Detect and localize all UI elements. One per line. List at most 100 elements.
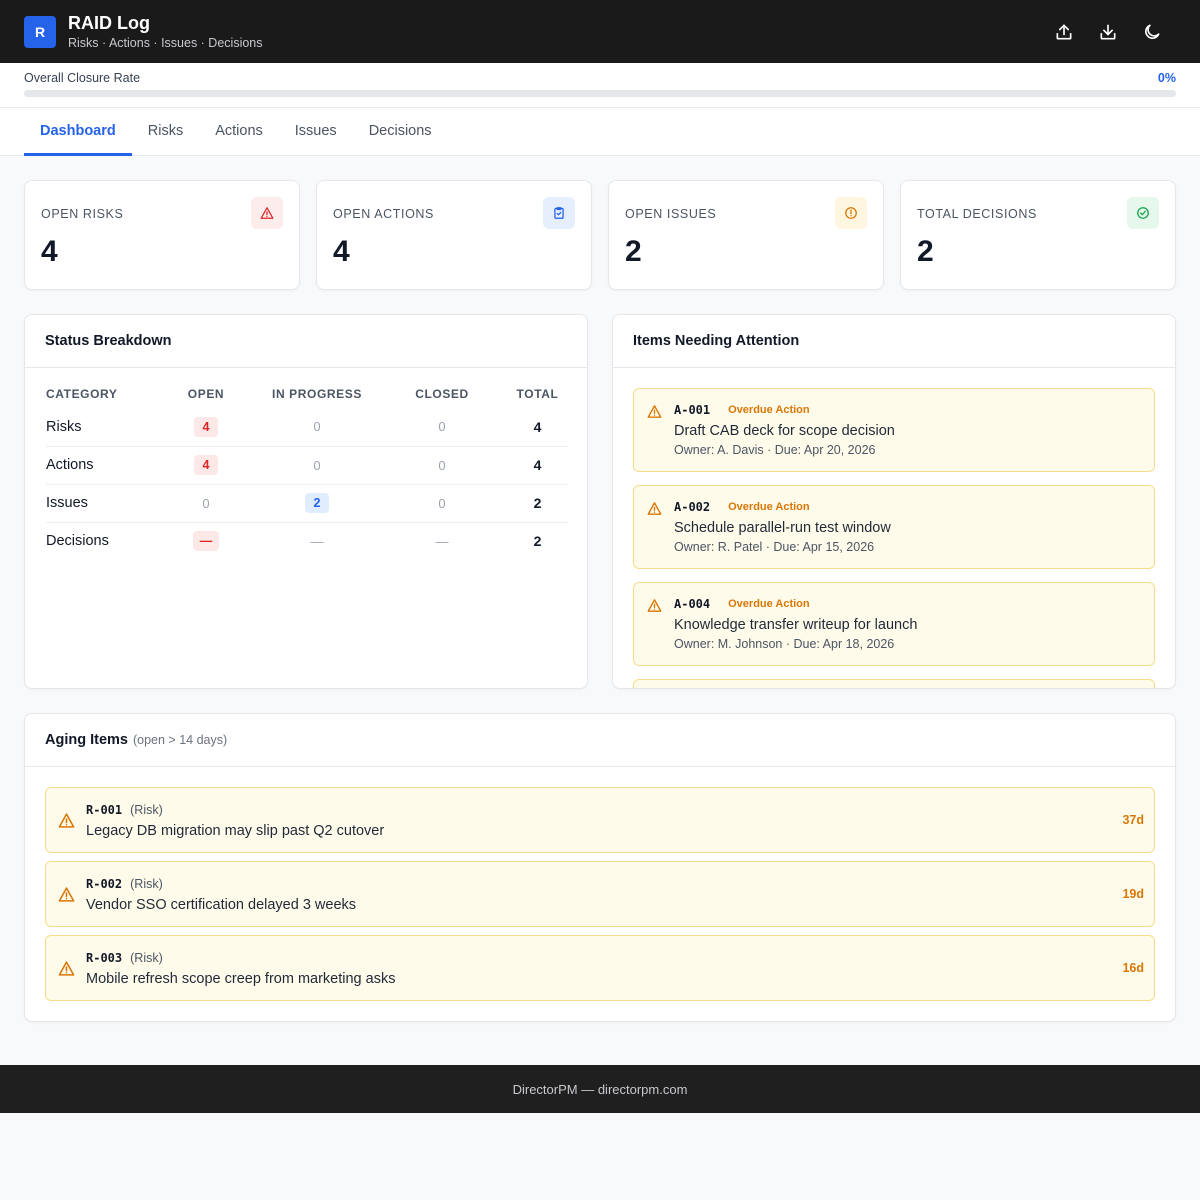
top-bar: R RAID Log Risks · Actions · Issues · De… — [0, 0, 1200, 63]
column-header: OPEN — [187, 387, 225, 401]
item-tag: Overdue Action — [728, 598, 810, 610]
closed-cell: — — [435, 533, 449, 549]
moon-icon — [1145, 24, 1160, 39]
tab-actions[interactable]: Actions — [199, 108, 279, 156]
app-logo: R — [24, 15, 56, 48]
item-tag: Overdue Action — [728, 404, 810, 416]
in-progress-cell: 0 — [256, 446, 378, 485]
download-icon — [1100, 24, 1116, 40]
item-kind: (Risk) — [130, 951, 163, 965]
item-age: 37d — [1122, 813, 1144, 827]
total-cell: 2 — [506, 484, 569, 523]
category-cell: Issues — [46, 484, 156, 523]
closed-cell: 0 — [378, 446, 506, 485]
item-id: R-001 — [86, 803, 123, 817]
open-cell: 0 — [156, 484, 256, 523]
item-title: Vendor SSO certification delayed 3 weeks — [86, 897, 357, 913]
attention-item[interactable]: A-004 Overdue Action Knowledge transfer w… — [633, 582, 1155, 666]
attention-item-partial[interactable] — [633, 679, 1155, 688]
item-id: A-004 — [674, 597, 711, 611]
closure-rate-track — [24, 90, 1176, 97]
status-breakdown-panel: Status Breakdown CATEGORY OPEN IN PROGRE… — [24, 314, 588, 689]
status-breakdown-title: Status Breakdown — [25, 315, 587, 368]
in-progress-count-badge: 2 — [305, 493, 329, 513]
column-header: IN PROGRESS — [272, 387, 362, 401]
stat-label: OPEN ACTIONS — [333, 207, 434, 221]
stat-label: TOTAL DECISIONS — [917, 207, 1037, 221]
item-id: A-002 — [674, 500, 711, 514]
stat-value: 4 — [41, 235, 58, 268]
stat-value: 2 — [625, 235, 642, 268]
aging-title: Aging Items — [45, 732, 128, 748]
footer: DirectorPM — directorpm.com — [0, 1065, 1200, 1113]
upload-button[interactable] — [1054, 22, 1074, 42]
stat-card-open-risks: OPEN RISKS 4 — [24, 180, 300, 290]
attention-item[interactable]: A-001 Overdue Action Draft CAB deck for s… — [633, 388, 1155, 472]
item-kind: (Risk) — [130, 803, 163, 817]
item-meta: Owner: M. Johnson · Due: Apr 18, 2026 — [674, 637, 895, 651]
closed-cell: 0 — [378, 408, 506, 447]
app-subtitle: Risks · Actions · Issues · Decisions — [68, 36, 263, 50]
stat-label: OPEN RISKS — [41, 207, 124, 221]
item-title: Draft CAB deck for scope decision — [674, 423, 895, 439]
item-meta: Owner: R. Patel · Due: Apr 15, 2026 — [674, 540, 875, 554]
download-button[interactable] — [1098, 22, 1118, 42]
item-age: 16d — [1122, 961, 1144, 975]
warning-triangle-icon — [647, 599, 662, 612]
aging-list: R-001 (Risk) Legacy DB migration may slip… — [25, 767, 1175, 1021]
column-header: TOTAL — [516, 387, 559, 401]
category-cell: Decisions — [46, 533, 109, 550]
attention-list[interactable]: A-001 Overdue Action Draft CAB deck for s… — [613, 368, 1175, 688]
open-count-badge: 4 — [194, 455, 218, 475]
closure-rate-bar: Overall Closure Rate 0% — [0, 63, 1200, 108]
stat-card-open-issues: OPEN ISSUES 2 — [608, 180, 884, 290]
status-breakdown-table: CATEGORY OPEN IN PROGRESS CLOSED TOTAL R… — [46, 386, 569, 560]
warning-triangle-icon — [58, 887, 75, 902]
item-title: Knowledge transfer writeup for launch — [674, 617, 918, 633]
attention-item[interactable]: A-002 Overdue Action Schedule parallel-ru… — [633, 485, 1155, 569]
item-kind: (Risk) — [130, 877, 163, 891]
item-id: R-002 — [86, 877, 123, 891]
stat-value: 4 — [333, 235, 350, 268]
warning-triangle-icon — [647, 405, 662, 418]
category-cell: Risks — [46, 408, 156, 447]
tab-issues[interactable]: Issues — [279, 108, 353, 156]
item-tag: Overdue Action — [728, 501, 810, 513]
total-cell: 4 — [506, 408, 569, 447]
aging-item[interactable]: R-001 (Risk) Legacy DB migration may slip… — [45, 787, 1155, 853]
stat-value: 2 — [917, 235, 934, 268]
aging-item[interactable]: R-002 (Risk) Vendor SSO certification del… — [45, 861, 1155, 927]
closed-cell: 0 — [378, 484, 506, 523]
total-cell: 4 — [506, 446, 569, 485]
stat-card-total-decisions: TOTAL DECISIONS 2 — [900, 180, 1176, 290]
item-title: Mobile refresh scope creep from marketin… — [86, 971, 396, 987]
tab-dashboard[interactable]: Dashboard — [24, 108, 132, 156]
tab-risks[interactable]: Risks — [132, 108, 199, 156]
column-header: CATEGORY — [46, 387, 118, 401]
header-actions — [1054, 22, 1162, 42]
alert-circle-icon — [835, 197, 867, 229]
in-progress-cell: 0 — [256, 408, 378, 447]
warning-triangle-icon — [647, 502, 662, 515]
item-meta: Owner: A. Davis · Due: Apr 20, 2026 — [674, 443, 876, 457]
aging-panel: Aging Items (open > 14 days) R-001 (Risk)… — [24, 713, 1176, 1022]
aging-item[interactable]: R-003 (Risk) Mobile refresh scope creep f… — [45, 935, 1155, 1001]
upload-icon — [1056, 24, 1072, 40]
warning-triangle-icon — [58, 961, 75, 976]
attention-panel: Items Needing Attention A-001 Overdue Act… — [612, 314, 1176, 689]
warning-triangle-icon — [58, 813, 75, 828]
column-header: CLOSED — [415, 387, 469, 401]
table-row: Issues 0 2 0 2 — [46, 484, 569, 523]
item-id: A-001 — [674, 403, 711, 417]
brand: RAID Log Risks · Actions · Issues · Deci… — [68, 12, 263, 51]
item-title: Legacy DB migration may slip past Q2 cut… — [86, 823, 385, 839]
closure-rate-value: 0% — [1157, 71, 1176, 85]
check-circle-icon — [1127, 197, 1159, 229]
theme-toggle-button[interactable] — [1142, 22, 1162, 42]
aging-subtitle: (open > 14 days) — [132, 733, 228, 747]
stat-card-open-actions: OPEN ACTIONS 4 — [316, 180, 592, 290]
tab-decisions[interactable]: Decisions — [353, 108, 448, 156]
clipboard-check-icon — [543, 197, 575, 229]
closure-rate-label: Overall Closure Rate — [24, 71, 141, 85]
item-id: R-003 — [86, 951, 123, 965]
